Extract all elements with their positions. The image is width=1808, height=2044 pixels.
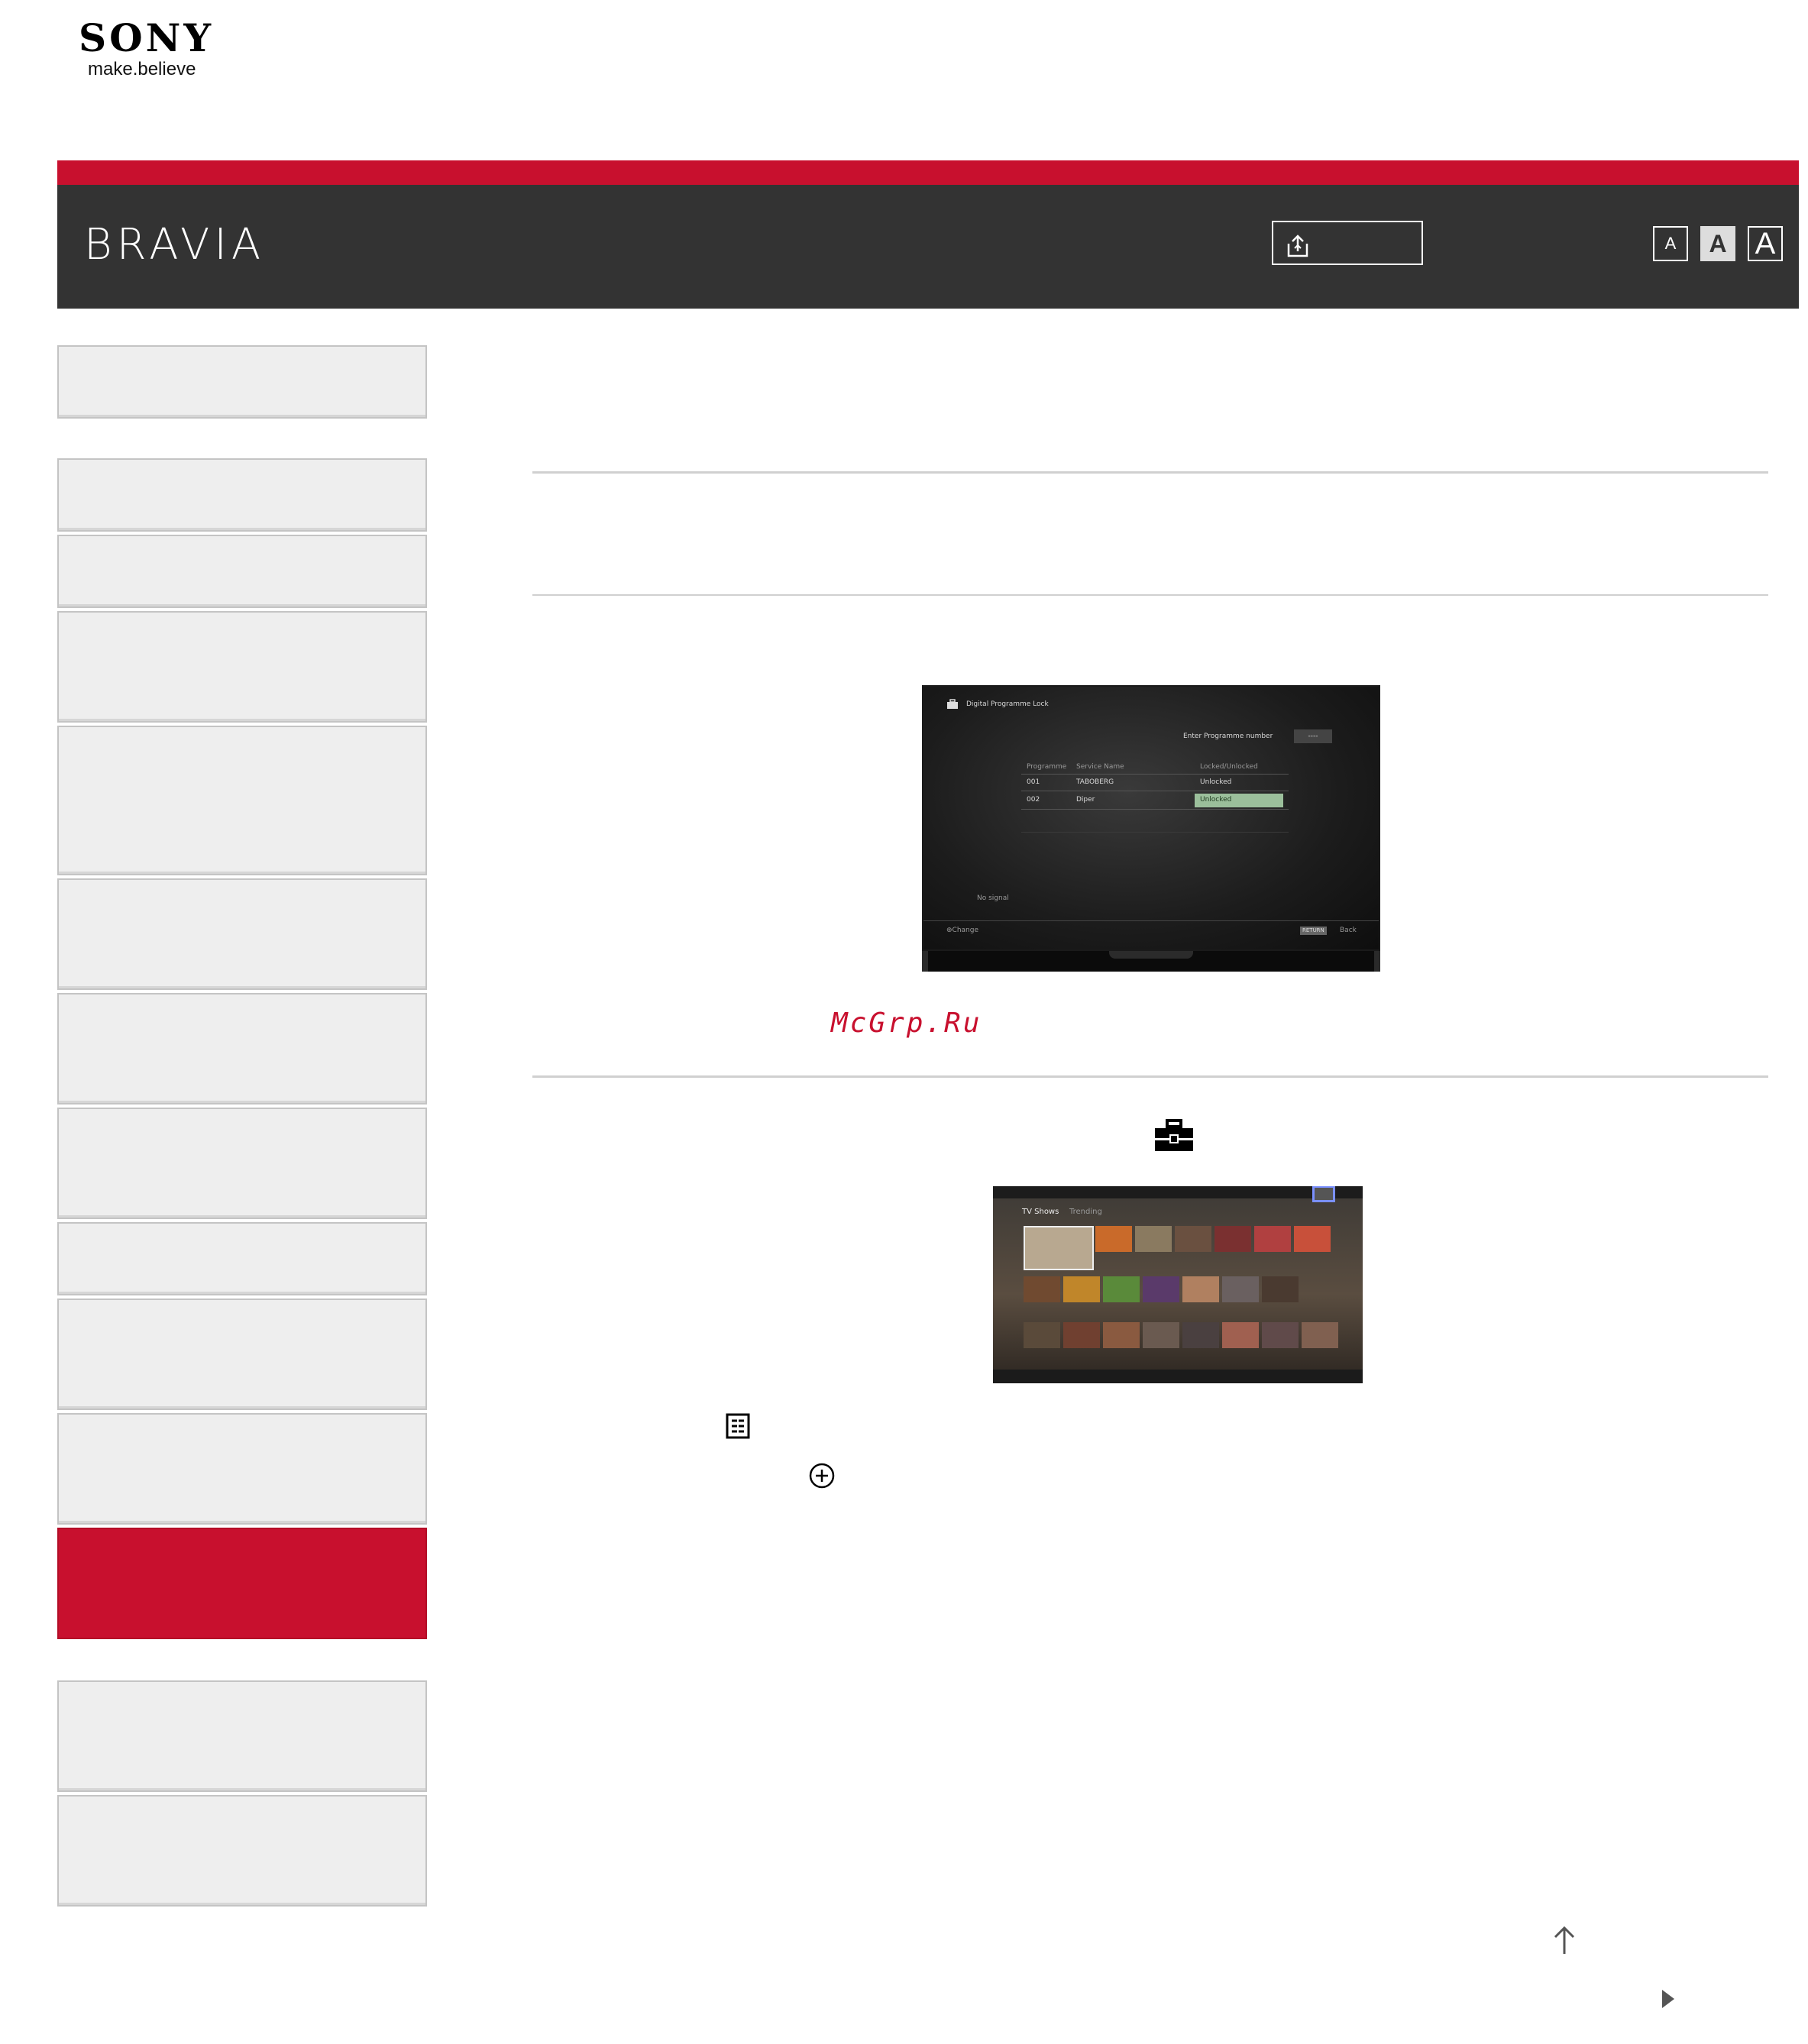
tv-screen: Digital Programme Lock Enter Programme n… — [922, 685, 1380, 951]
sony-logo: SONY make.believe — [79, 17, 214, 79]
sidebar-item-8[interactable] — [57, 1108, 427, 1219]
footer-back: Back — [1340, 927, 1357, 934]
header-bar — [57, 185, 1799, 309]
thumbnail-tile — [1095, 1226, 1132, 1252]
sony-wordmark: SONY — [79, 15, 215, 60]
thumbnail-tile — [1182, 1276, 1219, 1302]
font-size-small-button[interactable]: A — [1653, 226, 1688, 261]
column-header-service: Service Name — [1076, 763, 1124, 771]
table-header-line — [1021, 774, 1289, 775]
sidebar-item-1[interactable] — [57, 345, 427, 419]
thumbnail-tile — [1063, 1276, 1100, 1302]
sidebar-item-9[interactable] — [57, 1222, 427, 1295]
tv-stand — [1109, 951, 1193, 959]
row-2-service: Diper — [1076, 796, 1095, 804]
header-accent-stripe — [57, 160, 1799, 185]
sidebar-item-10[interactable] — [57, 1299, 427, 1410]
no-signal-label: No signal — [977, 894, 1009, 902]
content-divider — [532, 594, 1768, 596]
sidebar-item-active[interactable] — [57, 1528, 427, 1639]
thumbnail-tile — [1254, 1226, 1291, 1252]
column-header-programme: Programme — [1027, 763, 1067, 771]
row-1-programme: 001 — [1027, 778, 1040, 786]
content-divider — [532, 1075, 1768, 1078]
content-divider — [532, 471, 1768, 474]
arrow-up-icon[interactable] — [1551, 1923, 1578, 1957]
triangle-right-icon[interactable] — [1661, 1988, 1676, 2010]
sidebar-item-7[interactable] — [57, 993, 427, 1104]
thumbnail-tile — [1063, 1322, 1100, 1348]
thumbnail-tile — [1103, 1322, 1140, 1348]
watermark-text: McGrp.Ru — [831, 1007, 982, 1039]
row-1-status: Unlocked — [1200, 778, 1232, 786]
tab-trending: Trending — [1069, 1208, 1102, 1216]
row-2-status: Unlocked — [1200, 796, 1232, 804]
thumbnail-tile — [1024, 1226, 1094, 1270]
settings-focus-highlight — [1312, 1186, 1335, 1202]
thumbnail-tile — [1175, 1226, 1211, 1252]
enter-programme-field: ---- — [1294, 729, 1332, 743]
enter-circle-icon — [809, 1463, 835, 1489]
row-2-programme: 002 — [1027, 796, 1040, 804]
tv-home-topbar — [993, 1186, 1363, 1198]
footer-change: ⊕Change — [946, 927, 979, 934]
sidebar-item-5[interactable] — [57, 726, 427, 875]
toolbox-icon — [947, 699, 958, 709]
thumbnail-tile — [1024, 1322, 1060, 1348]
toolbox-icon — [1155, 1119, 1193, 1151]
font-size-medium-button[interactable]: A — [1700, 226, 1735, 261]
sony-tagline: make.believe — [88, 59, 196, 79]
row-1-service: TABOBERG — [1076, 778, 1114, 786]
sidebar-item-3[interactable] — [57, 535, 427, 608]
thumbnail-tile — [1103, 1276, 1140, 1302]
options-icon — [726, 1413, 750, 1439]
tv-screenshot-home-menu: TV Shows Trending — [993, 1186, 1363, 1383]
sidebar-item-4[interactable] — [57, 611, 427, 723]
thumbnail-tile — [1222, 1276, 1259, 1302]
tv-home-bottombar — [993, 1370, 1363, 1383]
enter-programme-label: Enter Programme number — [1183, 733, 1273, 740]
thumbnail-tile — [1222, 1322, 1259, 1348]
tv-leg-left — [922, 951, 928, 972]
tv-footer-line — [923, 920, 1379, 921]
column-header-status: Locked/Unlocked — [1200, 763, 1258, 771]
thumbnail-tile — [1135, 1226, 1172, 1252]
thumbnail-tile — [1024, 1276, 1060, 1302]
tv-screen-title: Digital Programme Lock — [966, 700, 1049, 708]
thumbnail-tile — [1302, 1322, 1338, 1348]
share-button[interactable] — [1272, 221, 1423, 265]
sidebar-item-13[interactable] — [57, 1680, 427, 1792]
font-size-large-button[interactable]: A — [1748, 226, 1783, 261]
tv-leg-right — [1374, 951, 1380, 972]
thumbnail-tile — [1182, 1322, 1219, 1348]
sidebar-item-2[interactable] — [57, 458, 427, 532]
thumbnail-tile — [1262, 1276, 1299, 1302]
thumbnail-tile — [1214, 1226, 1251, 1252]
thumbnail-tile — [1262, 1322, 1299, 1348]
thumbnail-tile — [1143, 1276, 1179, 1302]
table-row-line — [1021, 832, 1289, 833]
sidebar-item-14[interactable] — [57, 1795, 427, 1907]
sidebar-item-11[interactable] — [57, 1413, 427, 1525]
thumbnail-tile — [1143, 1322, 1179, 1348]
tab-tv-shows: TV Shows — [1022, 1208, 1059, 1216]
share-upload-icon — [1287, 234, 1308, 257]
bravia-logo: BRAVIA — [84, 220, 266, 270]
footer-return-key: RETURN — [1300, 927, 1327, 935]
thumbnail-tile — [1294, 1226, 1331, 1252]
sidebar-item-6[interactable] — [57, 878, 427, 990]
tv-screenshot-programme-lock: Digital Programme Lock Enter Programme n… — [922, 685, 1380, 972]
table-row-line — [1021, 809, 1289, 810]
